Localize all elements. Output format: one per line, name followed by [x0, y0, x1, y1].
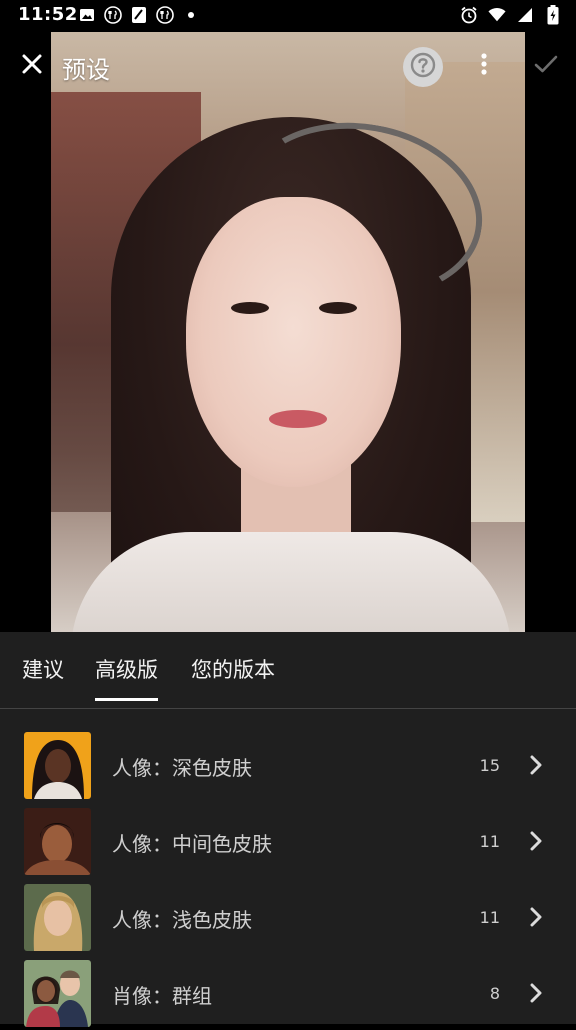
- signal-icon: [516, 6, 534, 24]
- preset-count: 11: [479, 908, 500, 927]
- confirm-button[interactable]: [528, 48, 564, 84]
- notification-icons: [78, 6, 200, 24]
- preset-tabs: 建议 高级版 您的版本: [0, 632, 576, 709]
- preset-count: 11: [479, 832, 500, 851]
- portrait-medium-skin-thumbnail: [24, 808, 91, 875]
- close-icon: [21, 53, 43, 79]
- close-button[interactable]: [12, 46, 52, 86]
- more-options-button[interactable]: [470, 46, 498, 86]
- portrait-light-skin-thumbnail: [24, 884, 91, 951]
- chevron-right-icon: [524, 904, 548, 930]
- page-title: 预设: [62, 56, 110, 84]
- restaurant-icon: [104, 6, 122, 24]
- subject-eye: [319, 302, 357, 314]
- toolbar: 预设: [0, 40, 576, 96]
- presets-panel: 建议 高级版 您的版本 人像：深色皮肤 15 人像：中间色皮肤 11 人像：浅色…: [0, 632, 576, 1027]
- list-item[interactable]: 肖像：群组 8: [0, 958, 576, 1030]
- tab-your-versions[interactable]: 您的版本: [191, 654, 275, 698]
- wifi-icon: [488, 6, 506, 24]
- preset-label: 人像：浅色皮肤: [112, 908, 252, 932]
- preset-label: 肖像：群组: [112, 984, 212, 1008]
- photo-preview[interactable]: [51, 32, 525, 632]
- portrait-group-thumbnail: [24, 960, 91, 1027]
- portrait-dark-skin-thumbnail: [24, 732, 91, 799]
- chevron-right-icon: [524, 828, 548, 854]
- more-vert-icon: [480, 52, 488, 80]
- list-item[interactable]: 人像：中间色皮肤 11: [0, 806, 576, 878]
- subject-shirt: [71, 532, 511, 632]
- preset-label: 人像：中间色皮肤: [112, 832, 272, 856]
- chevron-right-icon: [524, 752, 548, 778]
- image-icon: [78, 6, 96, 24]
- chevron-right-icon: [524, 980, 548, 1006]
- alarm-icon: [460, 6, 478, 24]
- list-item[interactable]: 人像：浅色皮肤 11: [0, 882, 576, 954]
- preset-count: 15: [479, 756, 500, 775]
- subject-eye: [231, 302, 269, 314]
- notes-icon: [130, 6, 148, 24]
- help-button[interactable]: [403, 47, 443, 87]
- dot-icon: [182, 6, 200, 24]
- status-time: 11:52: [18, 4, 78, 25]
- preset-count: 8: [489, 984, 500, 1003]
- tab-suggestions[interactable]: 建议: [22, 654, 64, 698]
- restaurant-icon: [156, 6, 174, 24]
- subject-lips: [269, 410, 327, 428]
- check-icon: [534, 54, 558, 78]
- battery-charging-icon: [544, 5, 562, 25]
- list-item[interactable]: 人像：深色皮肤 15: [0, 730, 576, 802]
- system-icons: [460, 5, 562, 25]
- tab-premium[interactable]: 高级版: [95, 654, 158, 701]
- preset-label: 人像：深色皮肤: [112, 756, 252, 780]
- status-bar: 11:52: [0, 0, 576, 32]
- help-icon: [410, 52, 436, 82]
